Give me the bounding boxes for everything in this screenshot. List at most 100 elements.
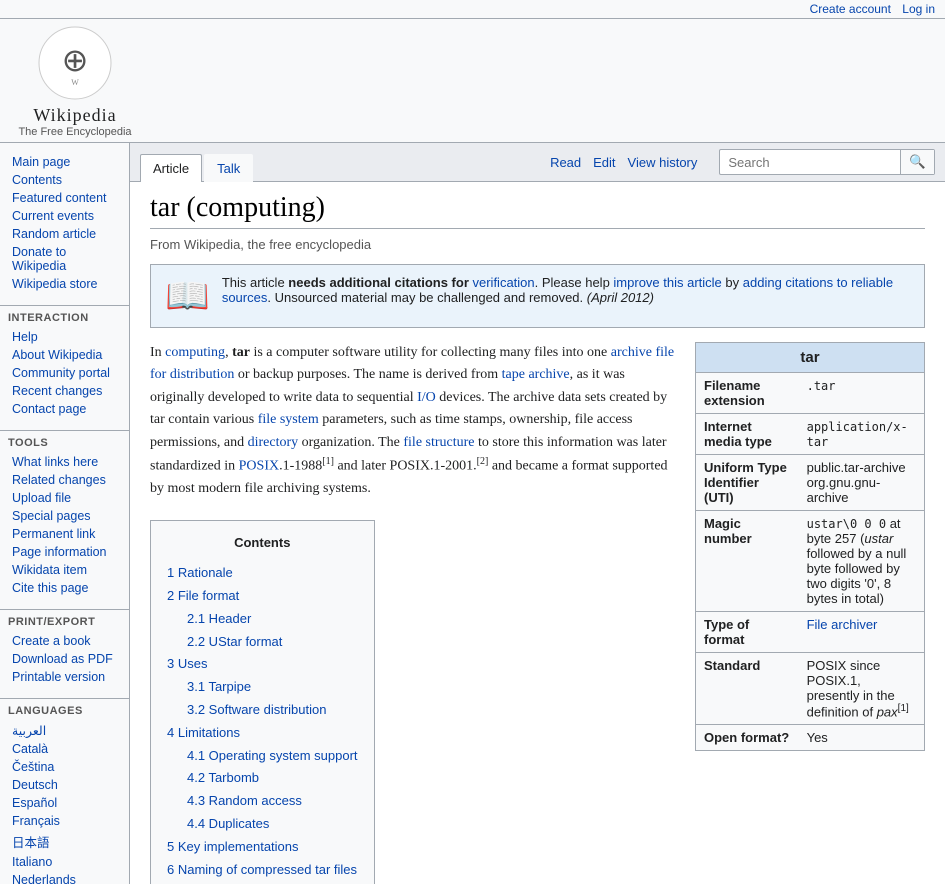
interaction-title: Interaction: [8, 312, 121, 324]
sidebar-item-lang-arabic[interactable]: العربية: [8, 721, 121, 740]
link-posix[interactable]: POSIX: [239, 459, 279, 474]
sidebar-item-random-article[interactable]: Random article: [8, 225, 121, 243]
sidebar-item-community-portal[interactable]: Community portal: [8, 364, 121, 382]
file-archiver-link[interactable]: File archiver: [807, 617, 878, 632]
link-file-structure[interactable]: file structure: [403, 435, 474, 450]
notice-verification-link[interactable]: verification: [473, 275, 535, 290]
notice-date: (April 2012): [587, 290, 654, 305]
sidebar-item-wikipedia-store[interactable]: Wikipedia store: [8, 275, 121, 293]
sidebar-item-current-events[interactable]: Current events: [8, 207, 121, 225]
languages-section: Languages العربية Català Čeština Deutsch…: [0, 705, 129, 884]
sidebar-item-help[interactable]: Help: [8, 328, 121, 346]
infobox-label-filename: Filename extension: [696, 373, 799, 414]
toc-item-2-1: 2.1 Header: [167, 608, 358, 631]
sidebar-item-lang-catala[interactable]: Català: [8, 740, 121, 758]
toc-link-4-4[interactable]: 4.4 Duplicates: [187, 816, 269, 831]
sidebar-item-lang-francais[interactable]: Français: [8, 812, 121, 830]
toc-link-3-1[interactable]: 3.1 Tarpipe: [187, 679, 251, 694]
content-area: Article Talk Read Edit View history 🔍: [130, 143, 945, 884]
sidebar-item-download-pdf[interactable]: Download as PDF: [8, 650, 121, 668]
site-header: ⊕ W Wikipedia The Free Encyclopedia: [0, 19, 945, 143]
infobox-title: tar: [696, 343, 924, 372]
link-directory[interactable]: directory: [248, 435, 299, 450]
sidebar-item-lang-cestina[interactable]: Čeština: [8, 758, 121, 776]
svg-text:W: W: [71, 78, 79, 87]
tab-talk[interactable]: Talk: [204, 154, 253, 182]
sidebar-item-lang-japanese[interactable]: 日本語: [8, 830, 121, 853]
search-box: 🔍: [719, 149, 935, 175]
article-subtitle: From Wikipedia, the free encyclopedia: [150, 237, 925, 252]
search-icon: 🔍: [909, 154, 926, 169]
tab-edit[interactable]: Edit: [593, 155, 615, 170]
tab-article[interactable]: Article: [140, 154, 202, 182]
toc-link-2-1[interactable]: 2.1 Header: [187, 611, 251, 626]
toc-link-2[interactable]: 2 File format: [167, 588, 239, 603]
sidebar-item-featured-content[interactable]: Featured content: [8, 189, 121, 207]
sidebar-item-special-pages[interactable]: Special pages: [8, 507, 121, 525]
nav-section: Main page Contents Featured content Curr…: [0, 153, 129, 293]
svg-text:⊕: ⊕: [62, 42, 89, 78]
sidebar-item-page-information[interactable]: Page information: [8, 543, 121, 561]
infobox-row-type: Type of format File archiver: [696, 612, 924, 653]
sidebar-item-permanent-link[interactable]: Permanent link: [8, 525, 121, 543]
toc-link-6[interactable]: 6 Naming of compressed tar files: [167, 862, 357, 877]
link-tape-archive[interactable]: tape archive: [502, 367, 570, 382]
sidebar-item-contents[interactable]: Contents: [8, 171, 121, 189]
tab-actions: Read Edit View history 🔍: [550, 143, 935, 181]
site-logo[interactable]: ⊕ W Wikipedia The Free Encyclopedia: [10, 23, 140, 138]
tab-read[interactable]: Read: [550, 155, 581, 170]
toc-link-4-2[interactable]: 4.2 Tarbomb: [187, 770, 259, 785]
languages-title: Languages: [8, 705, 121, 717]
toc-item-2: 2 File format: [167, 585, 358, 608]
toc-link-4-3[interactable]: 4.3 Random access: [187, 793, 302, 808]
site-subtitle: The Free Encyclopedia: [18, 126, 131, 138]
sidebar-item-main-page[interactable]: Main page: [8, 153, 121, 171]
site-title: Wikipedia: [33, 105, 116, 126]
sidebar-item-lang-italiano[interactable]: Italiano: [8, 853, 121, 871]
toc-item-4: 4 Limitations: [167, 722, 358, 745]
sidebar-item-lang-nederlands[interactable]: Nederlands: [8, 871, 121, 884]
infobox-row-magic: Magic number ustar\0 0 0 at byte 257 (us…: [696, 511, 924, 612]
sidebar-item-printable[interactable]: Printable version: [8, 668, 121, 686]
tools-title: Tools: [8, 437, 121, 449]
toc-link-4[interactable]: 4 Limitations: [167, 725, 240, 740]
infobox-value-open: Yes: [799, 725, 924, 751]
sidebar-item-related-changes[interactable]: Related changes: [8, 471, 121, 489]
sidebar-item-lang-espanol[interactable]: Español: [8, 794, 121, 812]
infobox-value-standard: POSIX since POSIX.1, presently in the de…: [799, 653, 924, 725]
sidebar-item-upload-file[interactable]: Upload file: [8, 489, 121, 507]
create-account-link[interactable]: Create account: [810, 2, 891, 16]
toc-item-4-4: 4.4 Duplicates: [167, 813, 358, 836]
toc-link-5[interactable]: 5 Key implementations: [167, 839, 299, 854]
search-button[interactable]: 🔍: [900, 150, 934, 174]
sidebar-item-what-links[interactable]: What links here: [8, 453, 121, 471]
print-section: Print/export Create a book Download as P…: [0, 616, 129, 686]
log-in-link[interactable]: Log in: [902, 2, 935, 16]
link-io[interactable]: I/O: [417, 390, 436, 405]
sidebar-item-donate[interactable]: Donate to Wikipedia: [8, 243, 121, 275]
toc-link-2-2[interactable]: 2.2 UStar format: [187, 634, 282, 649]
toc-link-3-2[interactable]: 3.2 Software distribution: [187, 702, 326, 717]
sidebar-item-contact[interactable]: Contact page: [8, 400, 121, 418]
notice-improve-link[interactable]: improve this article: [613, 275, 721, 290]
link-file-system[interactable]: file system: [258, 412, 319, 427]
infobox-value-uti: public.tar-archive org.gnu.gnu-archive: [799, 455, 924, 511]
sidebar-item-about[interactable]: About Wikipedia: [8, 346, 121, 364]
sidebar-item-lang-deutsch[interactable]: Deutsch: [8, 776, 121, 794]
infobox-row-open: Open format? Yes: [696, 725, 924, 751]
sidebar-item-create-book[interactable]: Create a book: [8, 632, 121, 650]
toc-link-3[interactable]: 3 Uses: [167, 656, 207, 671]
tab-view-history[interactable]: View history: [628, 155, 698, 170]
toc-item-4-2: 4.2 Tarbomb: [167, 767, 358, 790]
infobox-row-media: Internet media type application/x-tar: [696, 414, 924, 455]
link-archive-file[interactable]: archive file for distribution: [150, 345, 674, 382]
search-input[interactable]: [720, 150, 900, 174]
sidebar-item-wikidata[interactable]: Wikidata item: [8, 561, 121, 579]
toc-link-4-1[interactable]: 4.1 Operating system support: [187, 748, 358, 763]
link-computing[interactable]: computing: [165, 345, 225, 360]
sidebar: Main page Contents Featured content Curr…: [0, 143, 130, 884]
sidebar-item-recent-changes[interactable]: Recent changes: [8, 382, 121, 400]
toc-link-1[interactable]: 1 Rationale: [167, 565, 233, 580]
sidebar-item-cite-page[interactable]: Cite this page: [8, 579, 121, 597]
infobox-label-type: Type of format: [696, 612, 799, 653]
